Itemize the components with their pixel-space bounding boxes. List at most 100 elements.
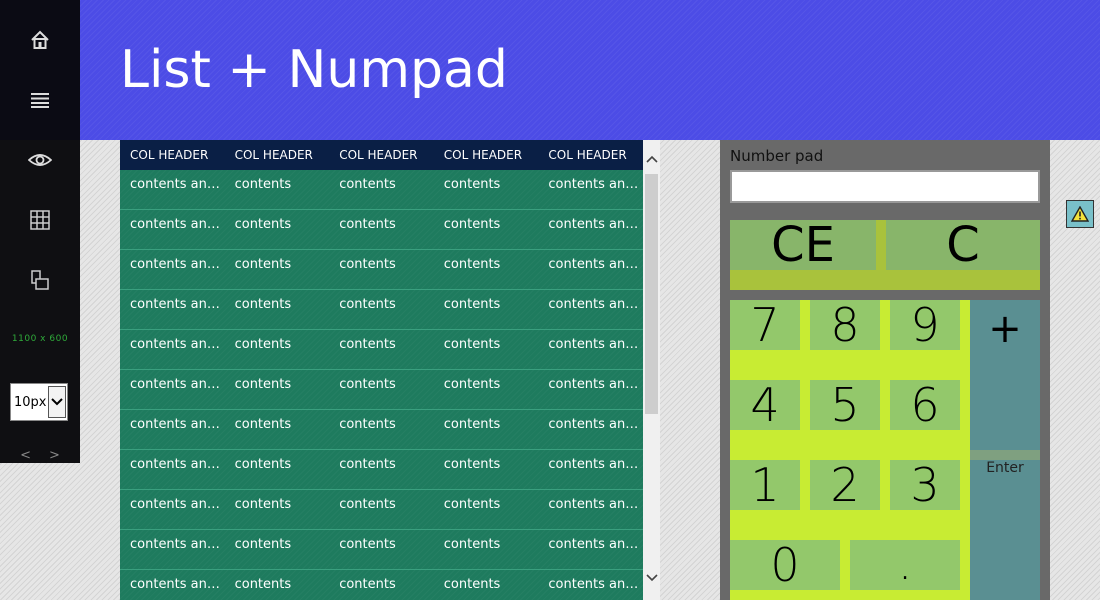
table-cell: contents bbox=[234, 257, 292, 272]
table-row[interactable]: contents and more contents contents content… bbox=[120, 410, 643, 450]
menu-icon bbox=[31, 93, 49, 108]
table-row[interactable]: contents and more contents contents content… bbox=[120, 170, 643, 210]
table-cell: contents and more bbox=[130, 257, 225, 272]
table-cell: contents and more bbox=[548, 257, 643, 272]
table-cell: contents and more bbox=[130, 457, 225, 472]
table-cell: contents bbox=[234, 217, 292, 232]
column-header[interactable]: COL HEADER bbox=[538, 140, 643, 170]
table-row[interactable]: contents and more contents contents content… bbox=[120, 210, 643, 250]
grid-body: contents and more contents contents content… bbox=[120, 170, 643, 600]
side-nav: 1100 x 600 10px < > bbox=[0, 0, 80, 463]
table-cell: contents bbox=[234, 377, 292, 392]
resolution-label: 1100 x 600 bbox=[11, 334, 69, 344]
scroll-up-button[interactable] bbox=[643, 150, 660, 167]
key-9[interactable]: 9 bbox=[890, 298, 960, 352]
page-title: List + Numpad bbox=[120, 40, 508, 100]
column-header[interactable]: COL HEADER bbox=[434, 140, 539, 170]
operator-divider bbox=[970, 450, 1040, 460]
grid-header: COL HEADER COL HEADER COL HEADER COL HEA… bbox=[120, 140, 643, 170]
grid-button[interactable] bbox=[0, 190, 80, 250]
table-cell: contents bbox=[443, 177, 501, 192]
chevron-down-icon bbox=[645, 573, 658, 581]
table-cell: contents bbox=[234, 577, 292, 592]
table-cell: contents bbox=[339, 217, 396, 232]
table-cell: contents bbox=[234, 537, 292, 552]
table-cell: contents bbox=[234, 177, 292, 192]
warning-button[interactable] bbox=[1066, 200, 1094, 228]
table-cell: contents and more bbox=[130, 177, 225, 192]
chevron-up-icon bbox=[645, 155, 658, 163]
table-cell: contents and more bbox=[548, 497, 643, 512]
table-cell: contents bbox=[443, 577, 501, 592]
table-row[interactable]: contents and more contents contents content… bbox=[120, 370, 643, 410]
prev-button[interactable]: < bbox=[20, 448, 31, 463]
page-header: List + Numpad bbox=[80, 0, 1100, 140]
chevron-down-icon[interactable] bbox=[48, 386, 66, 418]
table-row[interactable]: contents and more contents contents content… bbox=[120, 250, 643, 290]
key-5[interactable]: 5 bbox=[810, 378, 880, 432]
clear-button[interactable]: C bbox=[886, 217, 1040, 273]
view-button[interactable] bbox=[0, 130, 80, 190]
table-cell: contents bbox=[234, 417, 292, 432]
table-row[interactable]: contents and more contents contents content… bbox=[120, 450, 643, 490]
table-cell: contents and more bbox=[548, 417, 643, 432]
data-grid: COL HEADER COL HEADER COL HEADER COL HEA… bbox=[120, 140, 643, 600]
table-row[interactable]: contents and more contents contents content… bbox=[120, 530, 643, 570]
clear-entry-button[interactable]: CE bbox=[730, 217, 876, 273]
table-cell: contents bbox=[234, 297, 292, 312]
table-cell: contents bbox=[443, 457, 501, 472]
column-header[interactable]: COL HEADER bbox=[329, 140, 434, 170]
key-decimal[interactable]: . bbox=[850, 536, 960, 590]
key-7[interactable]: 7 bbox=[730, 298, 800, 352]
key-6[interactable]: 6 bbox=[890, 378, 960, 432]
warning-icon bbox=[1071, 206, 1089, 222]
table-cell: contents bbox=[443, 537, 501, 552]
table-cell: contents bbox=[339, 537, 396, 552]
table-cell: contents bbox=[339, 297, 396, 312]
table-cell: contents and more bbox=[548, 377, 643, 392]
numpad-input[interactable] bbox=[730, 170, 1040, 203]
table-cell: contents and more bbox=[130, 297, 225, 312]
home-button[interactable] bbox=[0, 10, 80, 70]
table-cell: contents and more bbox=[548, 217, 643, 232]
table-cell: contents bbox=[443, 497, 501, 512]
enter-button[interactable]: Enter bbox=[970, 460, 1040, 600]
table-cell: contents bbox=[234, 337, 292, 352]
grid-scrollbar[interactable] bbox=[643, 140, 660, 600]
next-button[interactable]: > bbox=[49, 448, 60, 463]
key-1[interactable]: 1 bbox=[730, 458, 800, 512]
table-cell: contents bbox=[339, 177, 396, 192]
menu-button[interactable] bbox=[0, 70, 80, 130]
scroll-thumb[interactable] bbox=[645, 174, 658, 414]
table-cell: contents and more bbox=[130, 337, 225, 352]
layout-button[interactable] bbox=[0, 250, 80, 310]
table-row[interactable]: contents and more contents contents content… bbox=[120, 290, 643, 330]
key-8[interactable]: 8 bbox=[810, 298, 880, 352]
numpad-panel: Number pad CE C 7 8 9 4 5 6 1 2 3 0 . + … bbox=[720, 140, 1050, 600]
table-row[interactable]: contents and more contents contents content… bbox=[120, 490, 643, 530]
table-cell: contents bbox=[339, 497, 396, 512]
scroll-down-button[interactable] bbox=[643, 569, 660, 586]
table-cell: contents bbox=[339, 577, 396, 592]
key-4[interactable]: 4 bbox=[730, 378, 800, 432]
plus-button[interactable]: + bbox=[970, 300, 1040, 450]
table-cell: contents bbox=[443, 417, 501, 432]
table-row[interactable]: contents and more contents contents content… bbox=[120, 570, 643, 600]
table-cell: contents and more bbox=[548, 297, 643, 312]
table-cell: contents bbox=[339, 257, 396, 272]
column-header[interactable]: COL HEADER bbox=[225, 140, 330, 170]
key-0[interactable]: 0 bbox=[730, 538, 840, 592]
table-cell: contents bbox=[443, 217, 501, 232]
table-row[interactable]: contents and more contents contents content… bbox=[120, 330, 643, 370]
column-header[interactable]: COL HEADER bbox=[120, 140, 225, 170]
table-cell: contents and more bbox=[548, 337, 643, 352]
grid-icon bbox=[30, 210, 50, 230]
table-cell: contents bbox=[234, 497, 292, 512]
nav-arrows: < > bbox=[0, 448, 80, 463]
key-3[interactable]: 3 bbox=[890, 458, 960, 512]
size-select[interactable]: 10px bbox=[10, 383, 68, 421]
table-cell: contents bbox=[339, 417, 396, 432]
key-2[interactable]: 2 bbox=[810, 458, 880, 512]
table-cell: contents and more bbox=[548, 577, 643, 592]
home-icon bbox=[31, 30, 49, 49]
